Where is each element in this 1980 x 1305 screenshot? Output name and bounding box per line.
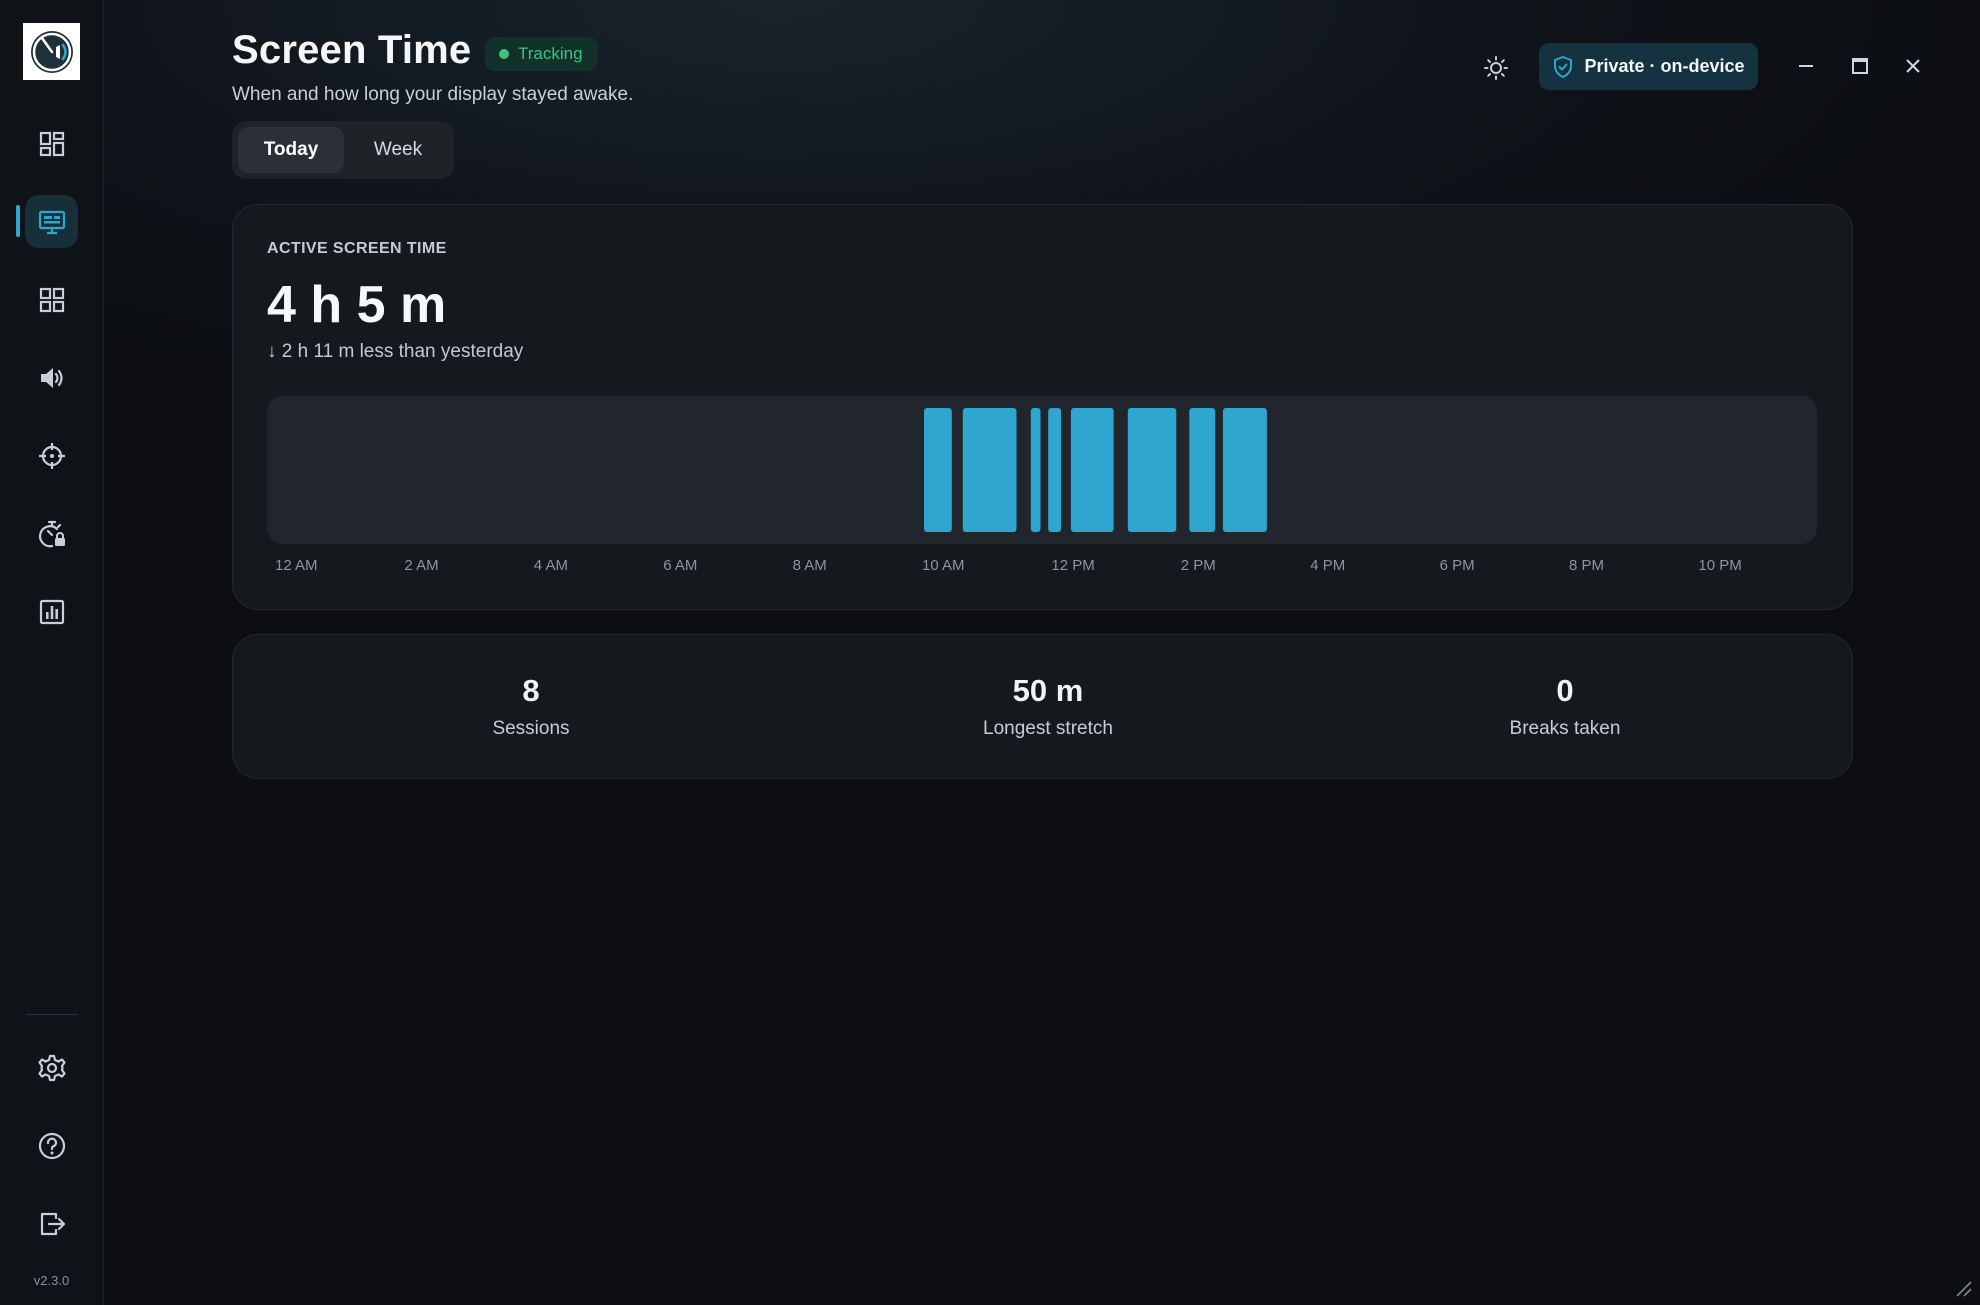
session-bar-4[interactable] [1048,408,1062,532]
section-label: ACTIVE SCREEN TIME [267,240,447,257]
screen-time-card: ACTIVE SCREEN TIME 4 h 5 m ↓ 2 h 11 m le… [232,204,1853,610]
sidebar-item-sign-out[interactable] [25,1197,78,1250]
sidebar-item-timer-lock[interactable] [25,507,78,560]
monitor-icon [38,210,65,234]
page-title: Screen Time [232,28,472,72]
stat-value: 8 [522,673,540,708]
theme-toggle-button[interactable] [1476,50,1516,86]
stat-value: 50 m [1012,673,1084,708]
minimize-button[interactable] [1786,48,1826,84]
timer-lock-icon [38,520,65,547]
tab-week[interactable]: Week [348,127,448,173]
axis-tick-label: 2 PM [1180,557,1216,574]
bar-chart-icon [39,599,64,624]
range-tabs: Today Week [232,121,454,179]
privacy-label: Private · on-device [1584,56,1745,76]
status-dot-icon [499,49,509,59]
status-badge-label: Tracking [518,44,583,63]
timeline-chart [267,396,1817,544]
stat-label: Sessions [492,718,570,739]
sidebar-item-apps[interactable] [25,273,78,326]
axis-tick-label: 8 PM [1569,557,1605,574]
total-screen-time: 4 h 5 m [267,276,447,334]
sidebar: v2.3.0 [0,0,104,1305]
stat-label: Breaks taken [1509,718,1621,739]
close-button[interactable] [1893,48,1933,84]
tab-today[interactable]: Today [238,127,344,173]
page-subtitle: When and how long your display stayed aw… [232,84,634,105]
gear-icon [37,1054,66,1081]
session-bar-2[interactable] [962,408,1017,532]
timeline-axis: 12 AM 2 AM 4 AM 6 AM 8 AM 10 AM 12 PM 2 PM 4 PM 6… [267,557,1817,579]
sidebar-item-focus[interactable] [25,429,78,482]
crosshair-icon [38,442,65,469]
axis-tick-label: 4 PM [1310,557,1346,574]
app-logo [23,23,80,80]
session-bar-6[interactable] [1127,408,1177,532]
logo-icon [30,30,73,73]
sidebar-divider [26,1014,78,1015]
axis-tick-label: 10 PM [1698,557,1742,574]
session-bar-3[interactable] [1030,408,1041,532]
app-version: v2.3.0 [33,1273,70,1288]
sidebar-item-dashboard[interactable] [25,117,78,170]
timeline-svg [924,408,1267,532]
stats-card: 8 Sessions 50 m Longest stretch 0 Breaks… [232,634,1853,779]
axis-tick-label: 10 AM [922,557,965,574]
status-badge: Tracking [485,37,598,71]
axis-tick-label: 12 PM [1051,557,1095,574]
comparison-text: ↓ 2 h 11 m less than yesterday [267,341,524,362]
axis-tick-label: 6 PM [1439,557,1475,574]
stat-longest-stretch: 50 m Longest stretch [898,673,1198,740]
stat-sessions: 8 Sessions [381,673,681,740]
privacy-badge[interactable]: Private · on-device [1539,43,1758,90]
close-icon [1906,59,1920,73]
session-bar-7[interactable] [1189,408,1216,532]
sidebar-item-help[interactable] [25,1119,78,1172]
help-icon [38,1132,65,1159]
speaker-icon [40,367,63,388]
sidebar-item-sound[interactable] [25,351,78,404]
maximize-icon [1852,58,1868,74]
stat-label: Longest stretch [983,718,1113,739]
minimize-icon [1799,65,1813,67]
grid-icon [39,287,64,312]
session-bar-8[interactable] [1222,408,1267,532]
session-bar-5[interactable] [1070,408,1114,532]
session-bar-1[interactable] [924,408,952,532]
axis-tick-label: 8 AM [792,557,827,574]
stat-value: 0 [1556,673,1574,708]
resize-grip-icon[interactable] [1952,1277,1972,1297]
shield-check-icon [1554,55,1573,78]
maximize-button[interactable] [1840,48,1880,84]
dashboard-icon [39,131,64,156]
logout-icon [40,1212,65,1235]
sidebar-item-reports[interactable] [25,585,78,638]
axis-tick-label: 4 AM [533,557,568,574]
sidebar-item-settings[interactable] [25,1041,78,1094]
axis-tick-label: 6 AM [663,557,698,574]
active-indicator [16,205,20,237]
stat-breaks-taken: 0 Breaks taken [1415,673,1715,740]
axis-tick-label: 2 AM [404,557,439,574]
sidebar-item-screen-time[interactable] [25,195,78,248]
sun-icon [1484,56,1508,80]
axis-tick-label: 12 AM [275,557,318,574]
